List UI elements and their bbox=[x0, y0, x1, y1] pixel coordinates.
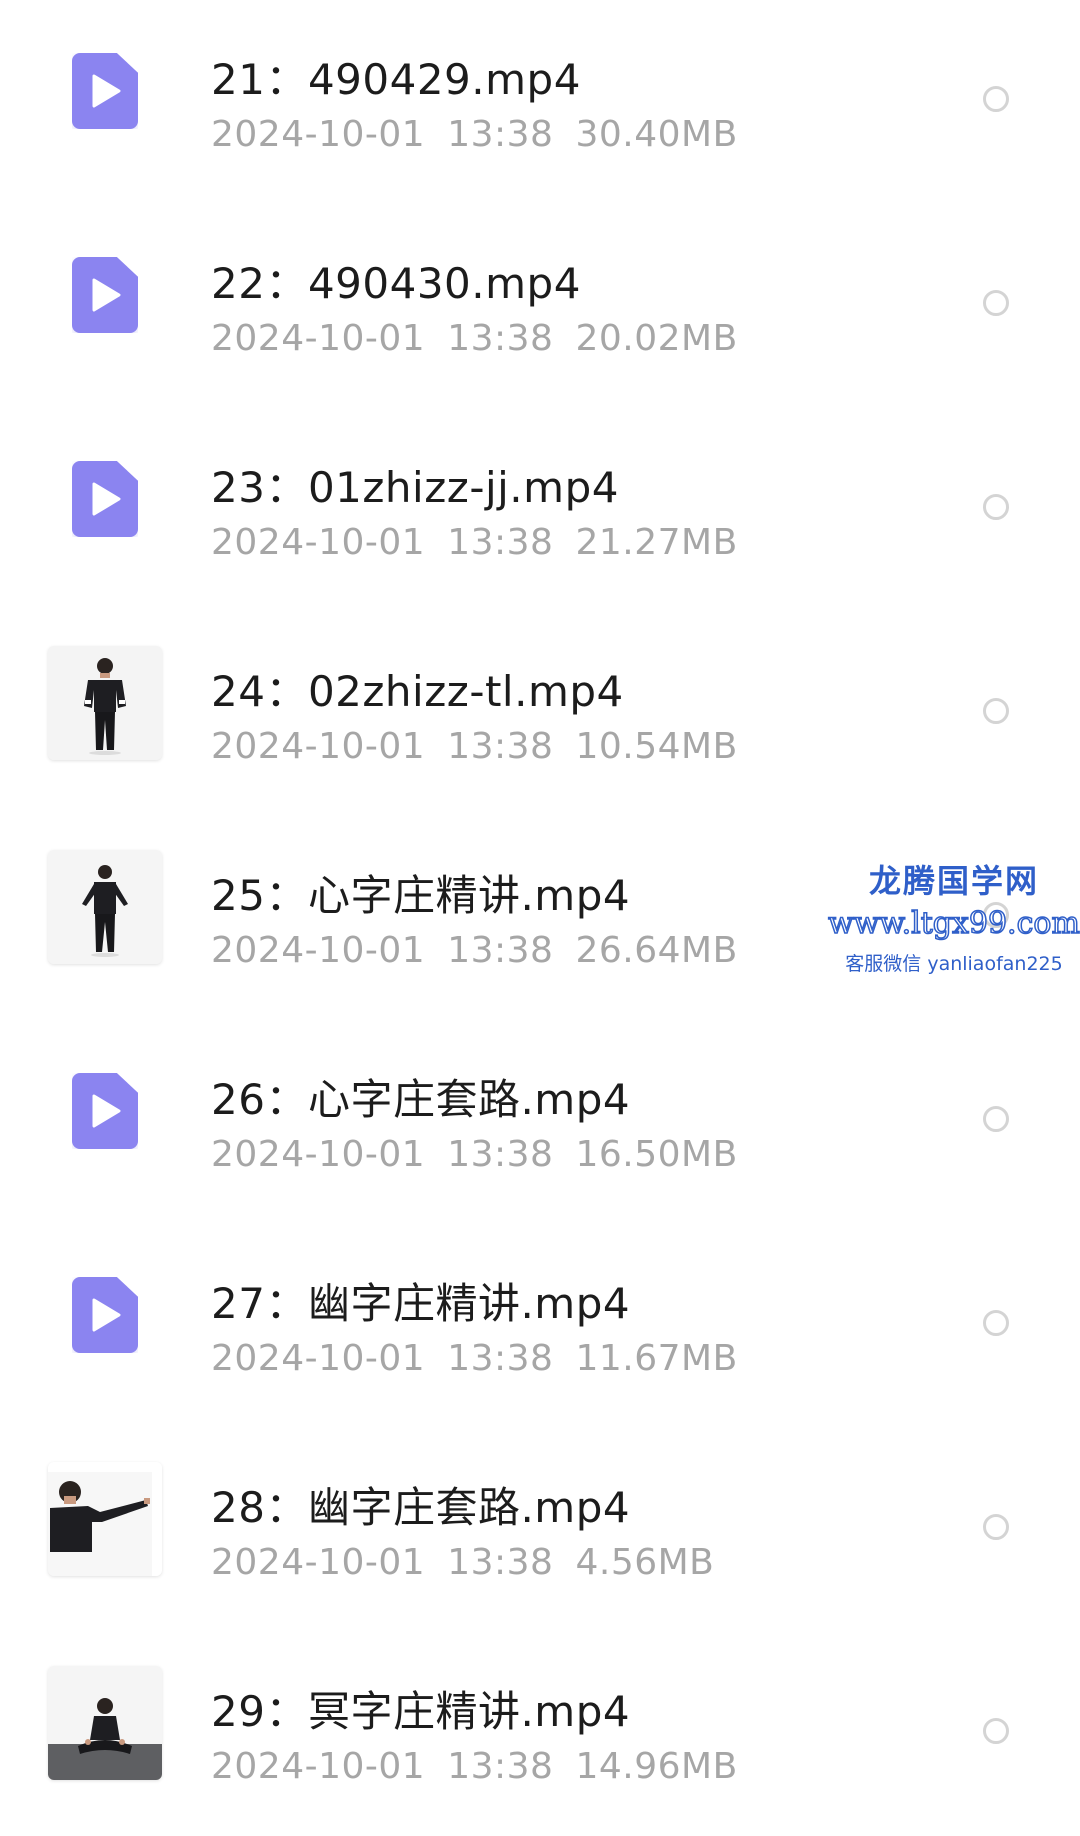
file-thumbnail bbox=[48, 1258, 162, 1372]
file-thumbnail bbox=[48, 1054, 162, 1168]
file-meta: 2024-10-01 13:38 30.40MB bbox=[211, 114, 738, 155]
file-time: 13:38 bbox=[447, 318, 554, 359]
select-radio[interactable] bbox=[983, 698, 1009, 724]
video-file-icon bbox=[72, 461, 138, 537]
video-file-icon bbox=[72, 1073, 138, 1149]
select-radio[interactable] bbox=[983, 290, 1009, 316]
file-size: 11.67MB bbox=[575, 1338, 738, 1379]
video-thumbnail-image bbox=[48, 1666, 162, 1780]
file-date: 2024-10-01 bbox=[211, 1746, 426, 1787]
video-file-icon bbox=[72, 53, 138, 129]
select-radio[interactable] bbox=[983, 1310, 1009, 1336]
select-radio[interactable] bbox=[983, 1718, 1009, 1744]
file-meta: 2024-10-01 13:38 21.27MB bbox=[211, 522, 738, 563]
file-row[interactable]: 26：心字庄套路.mp4 2024-10-01 13:38 16.50MB bbox=[0, 1020, 1080, 1224]
file-row[interactable]: 22：490430.mp4 2024-10-01 13:38 20.02MB bbox=[0, 204, 1080, 408]
file-meta: 2024-10-01 13:38 16.50MB bbox=[211, 1134, 738, 1175]
file-meta: 2024-10-01 13:38 14.96MB bbox=[211, 1746, 738, 1787]
file-name: 27：幽字庄精讲.mp4 bbox=[211, 1279, 631, 1328]
file-thumbnail bbox=[48, 850, 162, 964]
file-row[interactable]: 29：冥字庄精讲.mp4 2024-10-01 13:38 14.96MB bbox=[0, 1632, 1080, 1836]
select-radio[interactable] bbox=[983, 1514, 1009, 1540]
file-name: 25：心字庄精讲.mp4 bbox=[211, 871, 631, 920]
file-thumbnail bbox=[48, 646, 162, 760]
select-radio[interactable] bbox=[983, 1106, 1009, 1132]
file-date: 2024-10-01 bbox=[211, 930, 426, 971]
file-date: 2024-10-01 bbox=[211, 318, 426, 359]
file-date: 2024-10-01 bbox=[211, 1542, 426, 1583]
video-thumbnail-image bbox=[48, 850, 162, 964]
file-date: 2024-10-01 bbox=[211, 726, 426, 767]
file-size: 30.40MB bbox=[575, 114, 738, 155]
file-thumbnail bbox=[48, 442, 162, 556]
file-name: 26：心字庄套路.mp4 bbox=[211, 1075, 631, 1124]
file-name: 23：01zhizz-jj.mp4 bbox=[211, 463, 619, 512]
file-size: 20.02MB bbox=[575, 318, 738, 359]
file-date: 2024-10-01 bbox=[211, 1338, 426, 1379]
file-time: 13:38 bbox=[447, 114, 554, 155]
file-row[interactable]: 24：02zhizz-tl.mp4 2024-10-01 13:38 10.54MB bbox=[0, 612, 1080, 816]
file-thumbnail bbox=[48, 34, 162, 148]
file-size: 10.54MB bbox=[575, 726, 738, 767]
file-meta: 2024-10-01 13:38 11.67MB bbox=[211, 1338, 738, 1379]
file-thumbnail bbox=[48, 238, 162, 352]
file-row[interactable]: 28：幽字庄套路.mp4 2024-10-01 13:38 4.56MB bbox=[0, 1428, 1080, 1632]
select-radio[interactable] bbox=[983, 494, 1009, 520]
video-file-icon bbox=[72, 1277, 138, 1353]
file-name: 22：490430.mp4 bbox=[211, 259, 581, 308]
select-radio[interactable] bbox=[983, 86, 1009, 112]
file-size: 21.27MB bbox=[575, 522, 738, 563]
file-date: 2024-10-01 bbox=[211, 522, 426, 563]
file-time: 13:38 bbox=[447, 1542, 554, 1583]
file-name: 24：02zhizz-tl.mp4 bbox=[211, 667, 624, 716]
video-file-icon bbox=[72, 257, 138, 333]
file-time: 13:38 bbox=[447, 726, 554, 767]
file-time: 13:38 bbox=[447, 1338, 554, 1379]
watermark-url: www.ltgx99.com bbox=[827, 905, 1080, 942]
file-date: 2024-10-01 bbox=[211, 114, 426, 155]
file-name: 29：冥字庄精讲.mp4 bbox=[211, 1687, 631, 1736]
file-size: 26.64MB bbox=[575, 930, 738, 971]
file-time: 13:38 bbox=[447, 1746, 554, 1787]
file-thumbnail bbox=[48, 1462, 162, 1576]
file-size: 4.56MB bbox=[575, 1542, 715, 1583]
watermark-contact: 客服微信 yanliaofan225 bbox=[845, 953, 1063, 975]
file-meta: 2024-10-01 13:38 10.54MB bbox=[211, 726, 738, 767]
file-meta: 2024-10-01 13:38 20.02MB bbox=[211, 318, 738, 359]
file-time: 13:38 bbox=[447, 1134, 554, 1175]
file-size: 14.96MB bbox=[575, 1746, 738, 1787]
file-meta: 2024-10-01 13:38 4.56MB bbox=[211, 1542, 714, 1583]
file-time: 13:38 bbox=[447, 930, 554, 971]
video-thumbnail-image bbox=[48, 1462, 162, 1576]
file-name: 28：幽字庄套路.mp4 bbox=[211, 1483, 631, 1532]
video-thumbnail-image bbox=[48, 646, 162, 760]
file-date: 2024-10-01 bbox=[211, 1134, 426, 1175]
watermark: 龙腾国学网 www.ltgx99.com 客服微信 yanliaofan225 bbox=[827, 856, 1080, 976]
file-row[interactable]: 23：01zhizz-jj.mp4 2024-10-01 13:38 21.27MB bbox=[0, 408, 1080, 612]
file-row[interactable]: 21：490429.mp4 2024-10-01 13:38 30.40MB bbox=[0, 0, 1080, 204]
file-size: 16.50MB bbox=[575, 1134, 738, 1175]
file-row[interactable]: 27：幽字庄精讲.mp4 2024-10-01 13:38 11.67MB bbox=[0, 1224, 1080, 1428]
file-meta: 2024-10-01 13:38 26.64MB bbox=[211, 930, 738, 971]
file-name: 21：490429.mp4 bbox=[211, 55, 581, 104]
watermark-title: 龙腾国学网 bbox=[868, 862, 1039, 900]
file-time: 13:38 bbox=[447, 522, 554, 563]
file-thumbnail bbox=[48, 1666, 162, 1780]
